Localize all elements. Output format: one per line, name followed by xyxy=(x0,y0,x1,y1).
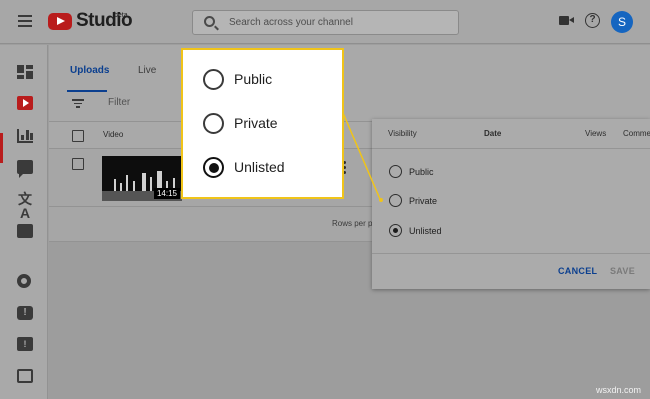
callout-radio-public xyxy=(203,69,224,90)
callout-unlisted-label: Unlisted xyxy=(234,159,285,175)
callout-radio-unlisted xyxy=(203,157,224,178)
callout-radio-private xyxy=(203,113,224,134)
callout-private-label: Private xyxy=(234,115,278,131)
zoom-callout: Public Private Unlisted xyxy=(181,48,344,199)
watermark: wsxdn.com xyxy=(596,385,642,395)
callout-public-label: Public xyxy=(234,71,273,87)
